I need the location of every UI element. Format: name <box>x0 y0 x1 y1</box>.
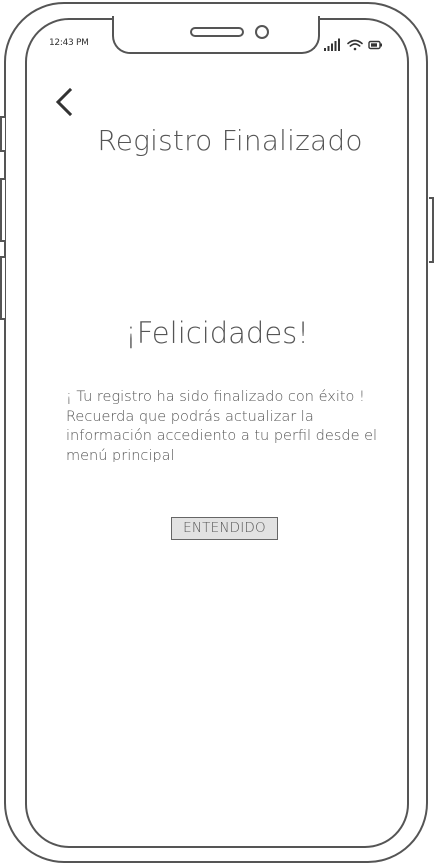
status-time: 12:43 PM <box>49 38 89 48</box>
page-title: Registro Finalizado <box>97 124 363 157</box>
battery-icon <box>368 40 382 50</box>
understood-button[interactable]: ENTENDIDO <box>171 517 278 540</box>
message-line: menú principal <box>66 447 175 463</box>
volume-down-button <box>0 256 5 320</box>
mute-switch <box>0 116 5 152</box>
message-line: ¡ Tu registro ha sido finalizado con éxi… <box>66 389 365 405</box>
message-line: Recuerda que podrás actualizar la <box>66 408 314 425</box>
congrats-heading: ¡Felicidades! <box>125 316 309 350</box>
signal-icon <box>324 38 340 51</box>
volume-up-button <box>0 178 5 242</box>
status-icons <box>324 37 384 51</box>
power-button <box>429 197 434 263</box>
message-line: información accediento a tu perfil desde… <box>66 428 376 444</box>
back-chevron-icon[interactable] <box>52 86 78 120</box>
wifi-icon <box>347 39 363 51</box>
speaker-grille <box>190 27 244 37</box>
front-camera <box>255 25 269 39</box>
success-message: ¡ Tu registro ha sido finalizado con éxi… <box>66 388 376 462</box>
